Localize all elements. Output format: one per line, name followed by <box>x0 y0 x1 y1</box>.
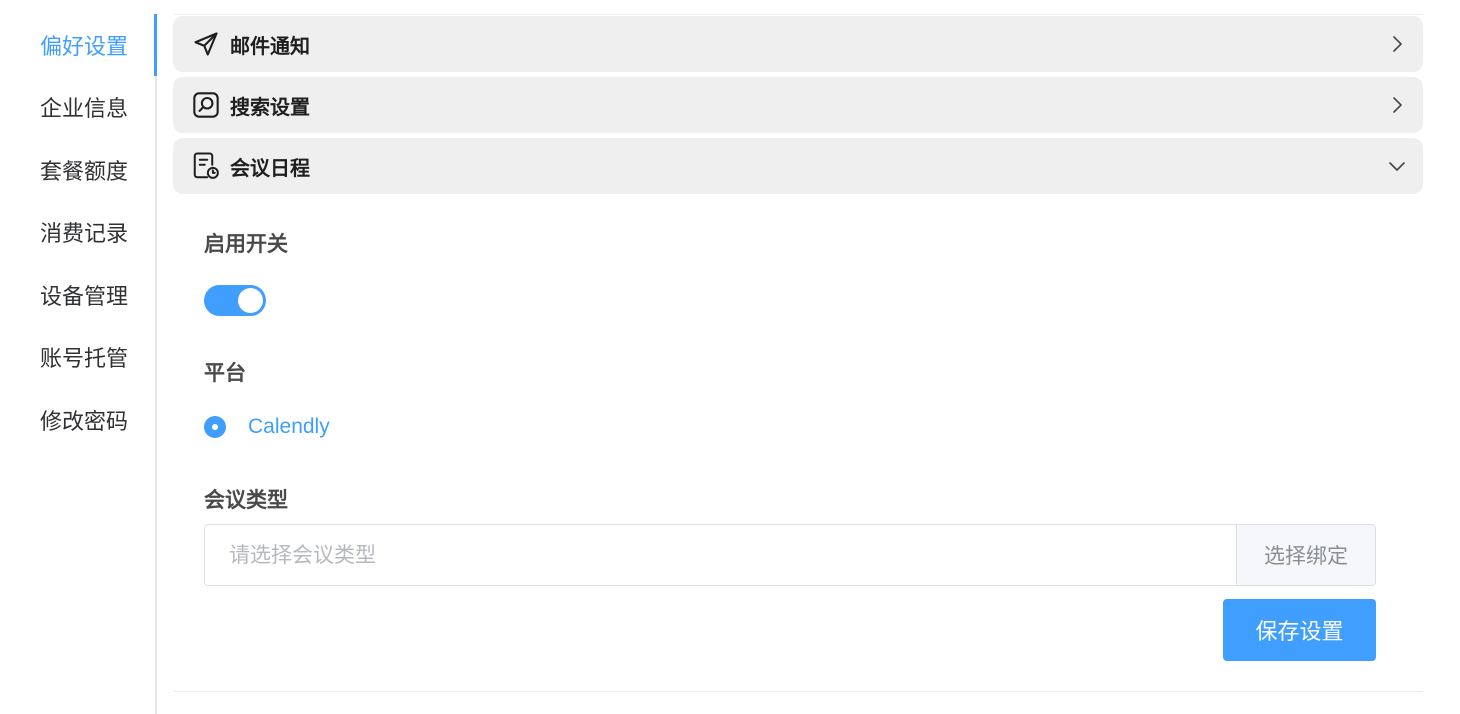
meeting-type-label: 会议类型 <box>204 488 288 512</box>
chevron-down-icon <box>1385 154 1409 178</box>
chevron-right-icon <box>1385 32 1409 56</box>
panel-title: 邮件通知 <box>230 33 310 58</box>
search-box-icon <box>191 90 221 120</box>
sidebar-item-account-custody[interactable]: 账号托管 <box>0 326 157 388</box>
enable-switch-label: 启用开关 <box>204 232 288 256</box>
sidebar-nav: 偏好设置 企业信息 套餐额度 消费记录 设备管理 账号托管 修改密码 <box>0 0 158 714</box>
meeting-type-input-group: 选择绑定 <box>204 524 1376 586</box>
schedule-icon <box>191 151 221 181</box>
meeting-type-input[interactable] <box>205 525 1236 585</box>
platform-label: 平台 <box>204 361 246 385</box>
enable-toggle[interactable] <box>204 285 266 316</box>
divider <box>173 691 1423 692</box>
save-settings-button[interactable]: 保存设置 <box>1223 599 1376 661</box>
sidebar-item-company-info[interactable]: 企业信息 <box>0 76 157 138</box>
radio-label: Calendly <box>248 415 330 438</box>
platform-radio-calendly[interactable]: Calendly <box>204 413 330 441</box>
main-content: 邮件通知 搜索设置 会议日程 启用开关 平台 Calendly 会议类型 请选择… <box>173 0 1423 714</box>
panel-header-meeting-schedule[interactable]: 会议日程 <box>173 138 1423 194</box>
sidebar-item-change-password[interactable]: 修改密码 <box>0 389 157 451</box>
divider <box>173 14 1423 15</box>
send-icon <box>191 29 221 59</box>
panel-header-email-notification[interactable]: 邮件通知 <box>173 16 1423 72</box>
sidebar-item-device-management[interactable]: 设备管理 <box>0 264 157 326</box>
toggle-knob <box>238 288 263 313</box>
chevron-right-icon <box>1385 93 1409 117</box>
sidebar-item-plan-quota[interactable]: 套餐额度 <box>0 139 157 201</box>
select-bind-button[interactable]: 选择绑定 <box>1236 525 1375 585</box>
panel-title: 会议日程 <box>230 155 310 180</box>
sidebar-item-preferences[interactable]: 偏好设置 <box>0 14 157 76</box>
panel-header-search-settings[interactable]: 搜索设置 <box>173 77 1423 133</box>
sidebar-item-billing-records[interactable]: 消费记录 <box>0 201 157 263</box>
panel-title: 搜索设置 <box>230 94 310 119</box>
radio-checked-icon <box>204 416 226 438</box>
settings-page: 偏好设置 企业信息 套餐额度 消费记录 设备管理 账号托管 修改密码 邮件通知 <box>0 0 1460 714</box>
